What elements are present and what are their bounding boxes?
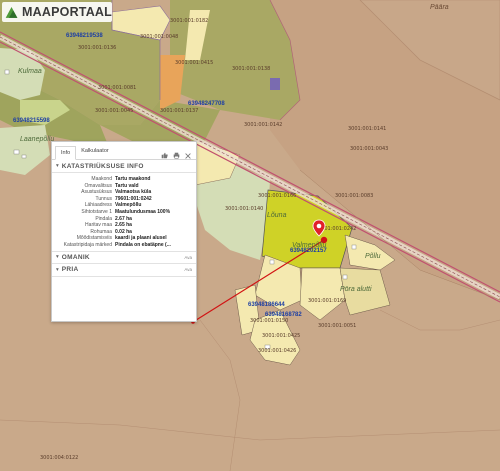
parcel-label: 3001:001:0169 bbox=[308, 298, 347, 304]
parcel-label: 3001:001:0425 bbox=[262, 333, 301, 339]
info-row-label: Rohumaa bbox=[90, 228, 112, 235]
panel-tabs: Info Kalkulaator bbox=[52, 142, 196, 160]
info-row-label: Mõõdistamisviis bbox=[76, 235, 112, 242]
info-row-value: 0.02 ha bbox=[115, 228, 132, 235]
tab-info[interactable]: Info bbox=[55, 146, 77, 160]
panel-tools bbox=[161, 146, 191, 164]
info-row: Katastripidaja märked Pindala on ebatäpne… bbox=[54, 242, 171, 249]
info-row-value: Pindala on ebatäpne (... bbox=[115, 241, 171, 248]
like-icon[interactable] bbox=[161, 146, 168, 164]
parcel-label: 3001:001:0137 bbox=[160, 108, 199, 114]
parcel-label: 3001:001:0150 bbox=[250, 318, 289, 324]
info-row-label: Katastripidaja märked bbox=[63, 241, 112, 248]
owner-section-title: OMANIK bbox=[61, 253, 90, 261]
info-row: Lähiaadress Valmepõllu bbox=[54, 202, 171, 209]
info-row-label: Haritav maa bbox=[85, 222, 112, 229]
info-row: Maakond Tartu maakond bbox=[54, 176, 171, 183]
location-pin-icon[interactable] bbox=[312, 219, 326, 237]
parcel-label: 3001:001:0051 bbox=[318, 323, 357, 329]
cadastral-code: 63948215598 bbox=[13, 118, 50, 124]
parcel-label: 3001:001:0415 bbox=[175, 60, 214, 66]
parcel-label: 3001:001:0048 bbox=[140, 34, 179, 40]
parcel-label: 3001:001:0140 bbox=[225, 206, 264, 212]
parcel-label: 3001:001:0141 bbox=[348, 126, 387, 132]
parcel-label: 3001:001:0138 bbox=[232, 66, 271, 72]
info-row-value: Valmepõllu bbox=[115, 202, 142, 209]
pria-section-header[interactable]: ▾ PRIA Ava bbox=[52, 264, 196, 277]
place-name: Pöra alutti bbox=[340, 286, 372, 293]
info-row-value: Valmaotsa küla bbox=[115, 189, 152, 196]
parcel-label: 3001:001:0045 bbox=[95, 108, 134, 114]
tab-kalkulaator[interactable]: Kalkulaator bbox=[76, 145, 114, 159]
cadastral-code: 63948186644 bbox=[248, 302, 285, 308]
info-row-value: 2.67 ha bbox=[115, 215, 132, 222]
info-row-value: kaardi ja plaani alusel bbox=[115, 235, 167, 242]
place-name: Päära bbox=[430, 4, 449, 11]
owner-section-header[interactable]: ▾ OMANIK Ava bbox=[52, 250, 196, 264]
info-row: Mõõdistamisviis kaardi ja plaani alusel bbox=[54, 235, 171, 242]
parcel-label: 3001:004:0122 bbox=[40, 455, 79, 461]
info-row-label: Pindala bbox=[95, 215, 112, 222]
pria-expand-link[interactable]: Ava bbox=[184, 267, 192, 272]
info-row: Tunnus 79601:001:0242 bbox=[54, 196, 171, 203]
info-row-label: Asustusüksus bbox=[81, 189, 112, 196]
info-row-label: Omavalitsus bbox=[84, 182, 112, 189]
chevron-down-icon: ▾ bbox=[56, 254, 59, 261]
info-row-value: 79601:001:0242 bbox=[115, 195, 152, 202]
parcel-label: 3001:001:0426 bbox=[258, 348, 297, 354]
place-name: Lõuna bbox=[267, 212, 287, 219]
info-row-value: Tartu vald bbox=[115, 182, 139, 189]
info-row-label: Maakond bbox=[91, 176, 112, 182]
parcel-label: 3001:001:0043 bbox=[350, 146, 389, 152]
info-row-label: Tunnus bbox=[95, 195, 113, 202]
pria-section-title: PRIA bbox=[61, 266, 79, 274]
info-row: Asustusüksus Valmaotsa küla bbox=[54, 189, 171, 196]
place-name: Laanepõllu bbox=[20, 136, 55, 143]
info-panel: Info Kalkulaator ▾ KATASTRIÜKSUSE INFO M… bbox=[51, 141, 197, 322]
chevron-down-icon: ▾ bbox=[56, 163, 59, 169]
info-row: Haritav maa 2.65 ha bbox=[54, 222, 171, 229]
maaportaal-logo-icon bbox=[5, 6, 18, 18]
info-row-label: Lähiaadress bbox=[84, 202, 112, 209]
info-row: Sihtotstarve 1 Maatulundusmaa 100% bbox=[54, 209, 171, 216]
parcel-label: 3001:001:0166 bbox=[258, 193, 297, 199]
cadastral-code: 63948168782 bbox=[265, 312, 302, 318]
info-row-value: Tartu maakond bbox=[115, 176, 151, 182]
maaportaal-logo[interactable]: MAAPORTAAL bbox=[2, 2, 112, 22]
parcel-label: 3001:001:0081 bbox=[98, 85, 137, 91]
info-row-value: Maatulundusmaa 100% bbox=[115, 208, 171, 215]
parcel-label: 3001:001:0142 bbox=[244, 122, 283, 128]
place-name: Valmepõllu bbox=[292, 242, 327, 249]
info-row-label: Sihtotstarve 1 bbox=[81, 208, 112, 215]
close-icon[interactable] bbox=[185, 146, 191, 164]
print-icon[interactable] bbox=[173, 146, 180, 164]
parcel-label: 3001:001:0182 bbox=[170, 18, 209, 24]
cadastral-code: 63948247708 bbox=[188, 101, 225, 107]
chevron-down-icon: ▾ bbox=[56, 266, 59, 273]
info-row: Rohumaa 0.02 ha bbox=[54, 229, 171, 236]
place-name: Kulmaa bbox=[18, 68, 42, 75]
info-row-value: 2.65 ha bbox=[115, 222, 132, 229]
logo-text: MAAPORTAAL bbox=[22, 5, 112, 19]
place-name: Põllu bbox=[365, 253, 381, 260]
cadastral-info-table: Maakond Tartu maakond Omavalitsus Tartu val… bbox=[54, 176, 171, 249]
parcel-label: 3001:001:0083 bbox=[335, 193, 374, 199]
cadastral-code: 63948219538 bbox=[66, 33, 103, 39]
parcel-label: 3001:001:0136 bbox=[78, 45, 117, 51]
owner-expand-link[interactable]: Ava bbox=[184, 255, 192, 260]
info-row: Omavalitsus Tartu vald bbox=[54, 183, 171, 190]
info-row: Pindala 2.67 ha bbox=[54, 216, 171, 223]
